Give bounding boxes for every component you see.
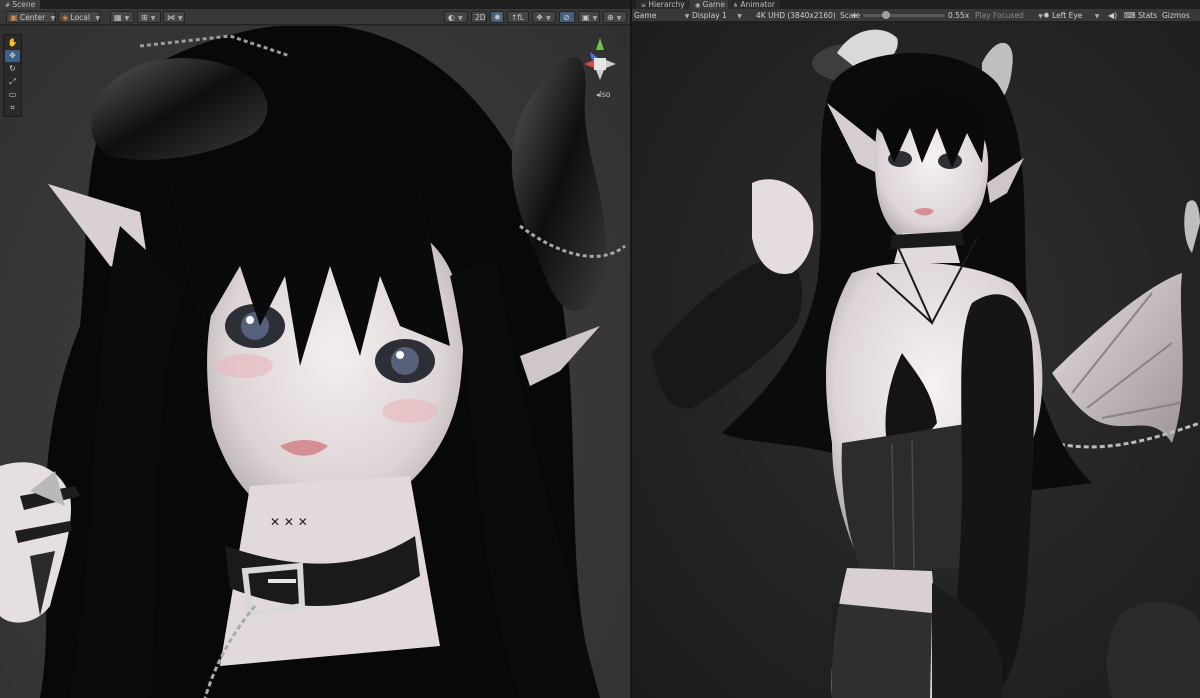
sun-icon: ✹ [1043,11,1050,20]
svg-text:✕ ✕ ✕: ✕ ✕ ✕ [270,515,308,529]
rect-tool-icon[interactable]: ▭ [5,89,20,101]
tab-hierarchy-label: Hierarchy [648,0,685,9]
grid-icon: ▦ [114,13,122,22]
chevron-down-icon: ▼ [178,15,183,22]
camera-icon: ▣ [582,13,590,22]
tab-scene[interactable]: # Scene [0,0,41,9]
view-mode-label: Game [634,11,657,20]
chevron-down-icon: ▼ [1094,13,1100,20]
eye-slash-icon: ⊘ [563,13,570,22]
align-icon: ⋈ [167,13,175,22]
chevron-down-icon: ▼ [684,13,690,20]
scene-viewport[interactable]: ✕ ✕ ✕ ✋ ✥ ↻ ⤢ ▭ ⌗ ◂Iso [0,26,630,698]
pivot-dropdown[interactable]: ▣ Center ▼ [6,11,56,23]
game-viewport[interactable] [632,23,1200,698]
scene-toolbar: ▣ Center ▼ ◈ Local ▼ ▦ ▼ ⊞ ▼ ⋈ ▼ ◐ ▼ 2D ✺ ↑f… [0,9,630,25]
game-tabbar: ≡ Hierarchy ◉ Game ⋔ Animator [632,0,1200,9]
projection-label[interactable]: ◂Iso [596,90,610,99]
chevron-down-icon: ▼ [546,15,551,22]
vr-eye-dropdown[interactable]: ✹ Left Eye ▼ [1043,9,1099,22]
scale-tool-icon[interactable]: ⤢ [5,76,20,88]
chevron-down-icon: ▼ [50,15,56,22]
rotate-tool-icon[interactable]: ↻ [5,63,20,75]
camera-settings-dropdown[interactable]: ▣ ▼ [578,11,600,23]
light-bulb-icon: ✺ [494,13,501,22]
projection-label-text: Iso [599,90,611,99]
snap-increment-button[interactable]: ⊞ ▼ [137,11,161,23]
scale-label: Scale [840,11,861,20]
globe-icon: ⊕ [607,13,614,22]
tab-game[interactable]: ◉ Game [690,0,730,9]
scale-slider-thumb[interactable] [882,11,890,19]
chevron-down-icon: ▼ [150,15,156,22]
play-mode-dropdown[interactable]: Play Focused ▼ [975,9,1043,22]
grid-snapping-button[interactable]: ▦ ▼ [110,11,134,23]
pivot-icon: ▣ [10,13,18,22]
effects-dropdown[interactable]: ❖ ▼ [532,11,556,23]
mode-2d-label: 2D [475,13,486,22]
local-space-icon: ◈ [62,13,69,22]
scale-slider-track [863,14,945,17]
display-label: Display 1 [692,11,727,20]
shortcuts-button[interactable]: ⌨ [1124,9,1136,22]
scene-panel: # Scene ▣ Center ▼ ◈ Local ▼ ▦ ▼ ⊞ ▼ ⋈ ▼ ◐ ▼… [0,0,630,698]
scene-orientation-gizmo[interactable]: ◂Iso [578,34,622,99]
tab-animator-label: Animator [740,0,775,9]
shading-icon: ◐ [448,13,455,22]
resolution-label: 4K UHD (3840x2160) [756,11,836,20]
scale-slider[interactable] [863,9,945,22]
keyboard-icon: ⌨ [1124,11,1136,20]
chevron-down-icon: ▼ [737,13,742,20]
space-label: Local [70,13,90,22]
chevron-down-icon: ▼ [457,15,463,22]
effects-icon: ❖ [536,13,544,22]
draw-mode-dropdown[interactable]: ◐ ▼ [444,11,468,23]
view-mode-dropdown[interactable]: Game ▼ [634,9,689,22]
chevron-down-icon: ▼ [592,15,598,22]
gizmos-dropdown[interactable]: ⊕ ▼ [603,11,627,23]
hidden-objects-toggle[interactable]: ⊘ [559,11,575,23]
space-dropdown[interactable]: ◈ Local ▼ [58,11,100,23]
scene-character-closeup: ✕ ✕ ✕ [0,26,626,698]
speaker-icon: ◀) [1108,11,1118,20]
tool-palette: ✋ ✥ ↻ ⤢ ▭ ⌗ [3,34,22,117]
mute-audio-button[interactable]: ◀) [1108,9,1117,22]
align-button[interactable]: ⋈ ▼ [163,11,185,23]
game-panel: ≡ Hierarchy ◉ Game ⋔ Animator Game ▼ Dis… [632,0,1200,698]
gizmos-button[interactable]: Gizmos [1162,9,1190,22]
stats-button[interactable]: Stats [1138,9,1157,22]
chevron-down-icon: ▼ [124,15,130,22]
fx-label: ↑fL [511,13,525,22]
hand-tool-icon[interactable]: ✋ [5,37,20,49]
audio-fx-toggle[interactable]: ↑fL [507,11,529,23]
axis-gizmo-icon [584,38,616,80]
tab-animator[interactable]: ⋔ Animator [728,0,780,9]
game-character-render [652,29,1200,698]
scale-value: 0.55x [948,11,970,20]
tab-scene-label: Scene [12,0,36,9]
chevron-down-icon: ▼ [616,15,622,22]
eye-label: Left Eye [1052,11,1083,20]
transform-tool-icon[interactable]: ⌗ [5,102,20,114]
play-mode-label: Play Focused [975,11,1024,20]
chevron-down-icon: ▼ [95,15,101,22]
display-dropdown[interactable]: Display 1 ▼ [692,9,742,22]
snap-icon: ⊞ [141,13,148,22]
game-toolbar: Game ▼ Display 1 ▼ 4K UHD (3840x2160) ▼ … [632,9,1200,22]
scene-tabbar: # Scene [0,0,630,9]
tab-game-label: Game [702,0,725,9]
toggle-2d-button[interactable]: 2D [471,11,487,23]
pivot-label: Center [19,13,46,22]
tab-hierarchy[interactable]: ≡ Hierarchy [636,0,690,9]
move-tool-icon[interactable]: ✥ [5,50,20,62]
lighting-toggle[interactable]: ✺ [490,11,504,23]
